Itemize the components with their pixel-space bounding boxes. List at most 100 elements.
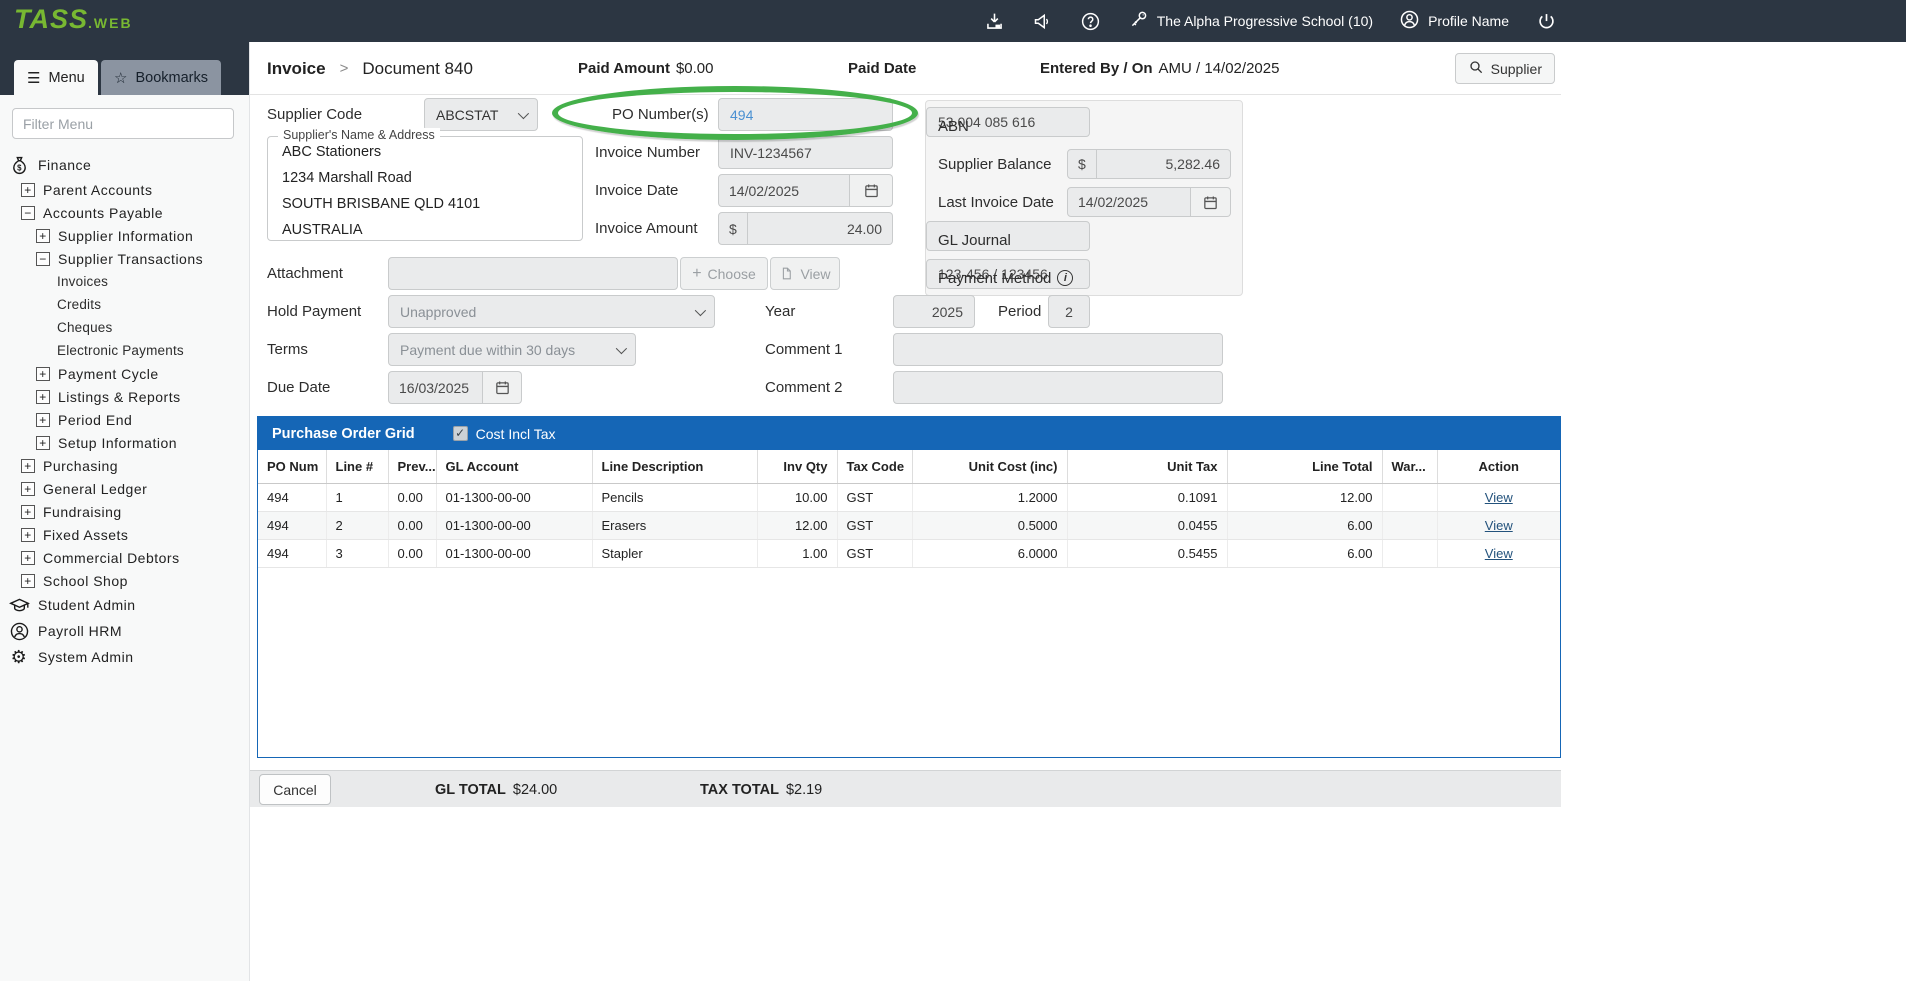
sidebar-item-commercial-debtors[interactable]: +Commercial Debtors [0, 546, 249, 569]
last-invoice-calendar-button[interactable] [1191, 187, 1231, 217]
supplier-balance-label: Supplier Balance [938, 145, 1051, 183]
due-date-input[interactable]: 16/03/2025 [388, 371, 483, 404]
sidebar-item-student-admin[interactable]: Student Admin [0, 592, 249, 618]
expand-icon[interactable]: + [21, 574, 35, 588]
sidebar-item-general-ledger[interactable]: +General Ledger [0, 477, 249, 500]
comment1-input[interactable] [893, 333, 1223, 366]
person-icon [8, 620, 30, 642]
row-view-link[interactable]: View [1485, 490, 1513, 505]
hold-payment-select[interactable]: Unapproved [388, 295, 715, 328]
choose-attachment-button[interactable]: + Choose [680, 257, 768, 290]
sidebar-item-period-end[interactable]: +Period End [0, 408, 249, 431]
grid-column-header[interactable]: GL Account [436, 450, 592, 484]
sidebar-item-cheques[interactable]: Cheques [0, 316, 249, 339]
filter-menu-input[interactable] [12, 108, 234, 139]
invoice-number-input[interactable]: INV-1234567 [718, 136, 893, 169]
row-view-link[interactable]: View [1485, 518, 1513, 533]
expand-icon[interactable]: + [36, 367, 50, 381]
expand-icon[interactable]: + [21, 482, 35, 496]
sidebar-item-accounts-payable[interactable]: −Accounts Payable [0, 201, 249, 224]
invoice-date-calendar-button[interactable] [850, 174, 893, 207]
expand-icon[interactable]: + [36, 229, 50, 243]
sidebar-item-invoices[interactable]: Invoices [0, 270, 249, 293]
expand-icon[interactable]: + [21, 459, 35, 473]
sidebar-item-school-shop[interactable]: +School Shop [0, 569, 249, 592]
sidebar-item-supplier-transactions[interactable]: −Supplier Transactions [0, 247, 249, 270]
supplier-code-select[interactable]: ABCSTAT [424, 98, 538, 131]
grid-column-header[interactable]: Line Total [1227, 450, 1382, 484]
comment2-input[interactable] [893, 371, 1223, 404]
grid-column-header[interactable]: War... [1382, 450, 1437, 484]
school-selector[interactable]: The Alpha Progressive School (10) [1128, 9, 1373, 33]
tax-total: TAX TOTAL $2.19 [700, 771, 822, 808]
invoice-amount-input[interactable]: 24.00 [748, 212, 893, 245]
sidebar-item-supplier-information[interactable]: +Supplier Information [0, 224, 249, 247]
grid-column-header[interactable]: Line Description [592, 450, 757, 484]
expand-icon[interactable]: + [21, 505, 35, 519]
logout-icon[interactable] [1535, 10, 1557, 32]
sidebar-item-credits[interactable]: Credits [0, 293, 249, 316]
sidebar-item-payroll-hrm[interactable]: Payroll HRM [0, 618, 249, 644]
attachment-input[interactable] [388, 257, 678, 290]
grid-column-header[interactable]: Tax Code [837, 450, 912, 484]
sidebar-item-purchasing[interactable]: +Purchasing [0, 454, 249, 477]
grid-column-header[interactable]: Unit Tax [1067, 450, 1227, 484]
key-icon [1128, 9, 1149, 33]
supplier-button[interactable]: Supplier [1455, 53, 1555, 84]
sidebar-item-parent-accounts[interactable]: + Parent Accounts [0, 178, 249, 201]
due-date-calendar-button[interactable] [483, 371, 522, 404]
grid-column-header[interactable]: Line # [326, 450, 388, 484]
row-view-link[interactable]: View [1485, 546, 1513, 561]
info-icon[interactable]: i [1057, 270, 1073, 286]
collapse-icon[interactable]: − [36, 252, 50, 266]
terms-select[interactable]: Payment due within 30 days [388, 333, 636, 366]
collapse-icon[interactable]: − [21, 206, 35, 220]
sidebar-item-listings-reports[interactable]: +Listings & Reports [0, 385, 249, 408]
grid-column-header[interactable]: Inv Qty [757, 450, 837, 484]
invoice-date-input[interactable]: 14/02/2025 [718, 174, 850, 207]
grid-column-header[interactable]: Unit Cost (inc) [912, 450, 1067, 484]
sidebar-item-label: Parent Accounts [43, 182, 152, 198]
sidebar-item-fundraising[interactable]: +Fundraising [0, 500, 249, 523]
grid-column-header[interactable]: Action [1437, 450, 1560, 484]
announcements-icon[interactable] [1032, 10, 1054, 32]
breadcrumb-page: Document 840 [362, 59, 473, 79]
grid-body: 49410.0001-1300-00-00Pencils10.00GST1.20… [258, 484, 1560, 568]
cancel-button[interactable]: Cancel [259, 774, 331, 805]
sidebar-item-label: Accounts Payable [43, 205, 163, 221]
grid-cell: 0.5455 [1067, 540, 1227, 568]
sidebar-item-label: Setup Information [58, 435, 177, 451]
expand-icon[interactable]: + [36, 436, 50, 450]
tab-bookmarks[interactable]: ☆ Bookmarks [101, 60, 221, 95]
menu-tree: $Finance+Parent Accounts−Accounts Payabl… [0, 139, 249, 670]
grid-column-header[interactable]: Prev... [388, 450, 436, 484]
grid-cell: 1.2000 [912, 484, 1067, 512]
cost-incl-tax-checkbox[interactable]: ✓ Cost Incl Tax [453, 426, 556, 442]
sidebar-item-payment-cycle[interactable]: +Payment Cycle [0, 362, 249, 385]
sidebar-item-setup-information[interactable]: + Setup Information [0, 431, 249, 454]
gl-total: GL TOTAL $24.00 [435, 771, 557, 808]
tab-menu[interactable]: ☰ Menu [14, 60, 98, 95]
expand-icon[interactable]: + [21, 528, 35, 542]
supplier-address-box: Supplier's Name & Address ABC Stationers… [267, 136, 583, 241]
view-attachment-button[interactable]: View [770, 257, 840, 290]
profile-menu[interactable]: Profile Name [1399, 9, 1509, 33]
download-icon[interactable] [984, 10, 1006, 32]
expand-icon[interactable]: + [36, 413, 50, 427]
expand-icon[interactable]: + [36, 390, 50, 404]
sidebar-item-finance[interactable]: $Finance [0, 152, 249, 178]
gl-total-label: GL TOTAL [435, 782, 506, 798]
sidebar-item-fixed-assets[interactable]: +Fixed Assets [0, 523, 249, 546]
grid-column-header[interactable]: PO Num [258, 450, 326, 484]
sidebar-item-system-admin[interactable]: ⚙System Admin [0, 644, 249, 670]
invoice-date-label: Invoice Date [595, 174, 678, 207]
sidebar-item-electronic-payments[interactable]: Electronic Payments [0, 339, 249, 362]
expand-icon[interactable]: + [21, 551, 35, 565]
expand-icon[interactable]: + [21, 183, 35, 197]
po-numbers-input[interactable]: 494 [718, 98, 893, 131]
gl-total-value: $24.00 [513, 782, 557, 798]
paid-amount-label: Paid Amount [578, 60, 670, 77]
cost-incl-tax-label: Cost Incl Tax [476, 426, 556, 442]
tass-logo[interactable]: TASS.WEB [14, 4, 133, 35]
help-icon[interactable] [1080, 10, 1102, 32]
